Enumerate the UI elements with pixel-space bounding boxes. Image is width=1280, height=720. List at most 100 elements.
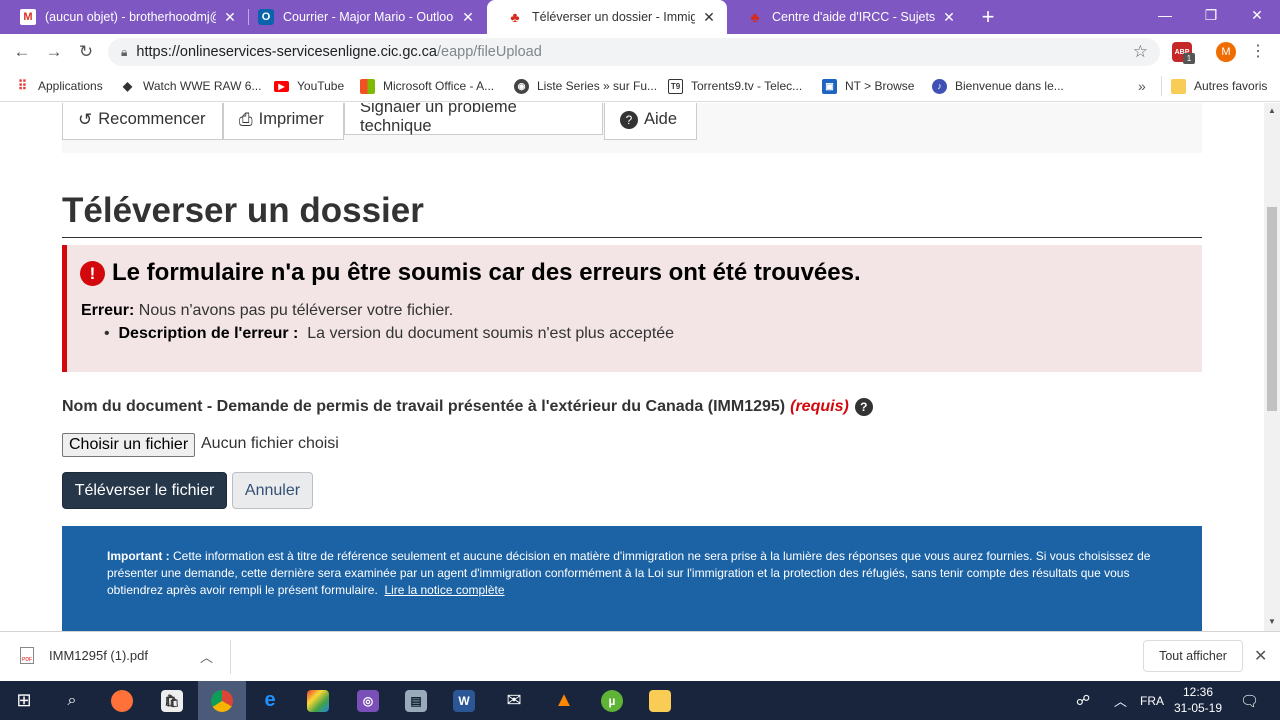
maximize-button[interactable]: ❐: [1188, 0, 1234, 30]
bookmarks-divider: [1161, 76, 1162, 96]
globe-icon: ◉: [514, 78, 529, 94]
reload-icon[interactable]: ↻: [72, 38, 100, 66]
computer-icon[interactable]: ▤: [392, 681, 440, 720]
bookmark-torrents9[interactable]: T9 Torrents9.tv - Telec...: [668, 77, 802, 95]
bookmark-liste-series[interactable]: ◉ Liste Series » sur Fu...: [514, 77, 657, 95]
firefox-icon[interactable]: [98, 681, 146, 720]
bookmark-star-icon[interactable]: ☆: [1133, 42, 1148, 62]
chrome-icon[interactable]: [198, 681, 246, 720]
upload-file-button[interactable]: Téléverser le fichier: [62, 472, 227, 509]
apps-grid-icon: ⠿: [17, 78, 28, 93]
store-icon[interactable]: 🛍︎: [148, 681, 196, 720]
scrollbar-thumb[interactable]: [1267, 207, 1277, 411]
clock-date: 31-05-19: [1173, 701, 1223, 715]
bookmarks-bar: ⠿ Applications ◆ Watch WWE RAW 6... ▶ Yo…: [0, 70, 1280, 102]
file-explorer-icon[interactable]: [636, 681, 684, 720]
document-field-label: Nom du document - Demande de permis de t…: [62, 398, 873, 416]
download-item[interactable]: PDF IMM1295f (1).pdf: [20, 647, 148, 664]
bookmark-nt-browse[interactable]: ▣ NT > Browse: [822, 77, 914, 95]
minimize-button[interactable]: ―: [1142, 0, 1188, 30]
tab-strip: M (aucun objet) - brotherhoodmj@ ✕ O Cou…: [0, 0, 1280, 34]
vlc-icon[interactable]: ▲: [540, 681, 588, 720]
back-icon[interactable]: ←: [8, 38, 36, 66]
tab-upload-active[interactable]: ♣ Téléverser un dossier - Immigratio ✕: [487, 0, 727, 34]
error-alert: ! Le formulaire n'a pu être soumis car d…: [62, 245, 1202, 372]
report-label: Signaler un problème technique: [360, 103, 517, 135]
edge-icon[interactable]: e: [246, 681, 294, 720]
close-window-button[interactable]: ✕: [1234, 0, 1280, 30]
report-problem-button[interactable]: Signaler un problème technique: [344, 103, 603, 135]
file-status-text: Aucun fichier choisi: [201, 435, 339, 452]
color-app-icon[interactable]: [294, 681, 342, 720]
search-icon[interactable]: ⌕: [48, 681, 96, 720]
url-host: https://onlineservices-servicesenligne.c…: [136, 44, 437, 60]
close-tab-icon[interactable]: ✕: [941, 9, 957, 26]
wwe-icon: ◆: [122, 79, 133, 93]
tab-outlook[interactable]: O Courrier - Major Mario - Outlook ✕: [238, 0, 486, 34]
scroll-down-icon[interactable]: ▼: [1267, 617, 1277, 626]
system-clock[interactable]: 12:36 31-05-19: [1170, 684, 1226, 716]
notice-text: Cette information est à titre de référen…: [107, 549, 1151, 597]
profile-avatar[interactable]: M: [1216, 42, 1236, 62]
help-circle-icon[interactable]: ?: [854, 398, 873, 416]
word-icon[interactable]: W: [440, 681, 488, 720]
close-tab-icon[interactable]: ✕: [460, 9, 476, 26]
bookmarks-overflow-icon[interactable]: »: [1138, 77, 1146, 95]
tab-help-center[interactable]: ♣ Centre d'aide d'IRCC - Sujets en ✕: [727, 0, 967, 34]
close-shelf-icon[interactable]: ✕: [1254, 646, 1267, 666]
choose-file-button[interactable]: Choisir un fichier: [62, 433, 196, 457]
close-tab-icon[interactable]: ✕: [701, 9, 717, 26]
music-note-icon: ♪: [932, 78, 947, 94]
notice-label: Important :: [107, 549, 170, 563]
windows-start-icon[interactable]: ⊞: [0, 681, 48, 720]
page-title: Téléverser un dossier: [62, 191, 424, 230]
chevron-up-icon[interactable]: ︿: [200, 647, 213, 666]
bookmark-label: Liste Series » sur Fu...: [537, 79, 658, 93]
tab-gmail[interactable]: M (aucun objet) - brotherhoodmj@ ✕: [0, 0, 248, 34]
tray-chevron-icon[interactable]: ︿: [1114, 681, 1127, 720]
tab-title: Centre d'aide d'IRCC - Sujets en: [772, 10, 935, 24]
printer-icon: ⎙: [239, 109, 253, 129]
folder-icon: [1171, 78, 1186, 94]
print-button[interactable]: ⎙ Imprimer: [223, 103, 344, 140]
bookmark-label: NT > Browse: [845, 79, 915, 93]
bookmark-microsoft-office[interactable]: Microsoft Office - A...: [360, 77, 494, 95]
help-button[interactable]: ? Aide: [604, 103, 697, 140]
error-message: Erreur: Nous n'avons pas pu téléverser v…: [81, 302, 453, 320]
restart-button[interactable]: ↺ Recommencer: [62, 103, 223, 140]
error-description-text: La version du document soumis n'est plus…: [307, 325, 675, 342]
error-heading: Le formulaire n'a pu être soumis car des…: [112, 259, 861, 286]
utorrent-icon[interactable]: µ: [588, 681, 636, 720]
bookmark-bienvenue[interactable]: ♪ Bienvenue dans le...: [932, 77, 1064, 95]
bookmark-label: Applications: [38, 79, 103, 93]
address-bar[interactable]: 🔒︎ https://onlineservices-servicesenlign…: [108, 38, 1160, 66]
show-all-downloads-button[interactable]: Tout afficher: [1143, 640, 1243, 672]
menu-dots-icon[interactable]: ⋮: [1250, 41, 1266, 63]
notification-icon[interactable]: 🗨︎: [1240, 681, 1259, 720]
language-indicator[interactable]: FRA: [1140, 681, 1164, 720]
microsoft-logo-icon: [360, 78, 375, 94]
cancel-button[interactable]: Annuler: [232, 472, 313, 509]
bookmark-other-favorites[interactable]: Autres favoris: [1171, 77, 1267, 95]
read-full-notice-link[interactable]: Lire la notice complète: [384, 583, 504, 597]
bullet: •: [104, 325, 110, 342]
bookmark-youtube[interactable]: ▶ YouTube: [274, 77, 344, 95]
pdf-file-icon: PDF: [20, 647, 34, 664]
bookmark-label: Autres favoris: [1194, 79, 1268, 93]
bookmark-apps[interactable]: ⠿ Applications: [15, 77, 103, 95]
bookmark-wwe[interactable]: ◆ Watch WWE RAW 6...: [120, 77, 262, 95]
close-tab-icon[interactable]: ✕: [222, 9, 238, 26]
error-description-label: Description de l'erreur :: [118, 325, 299, 342]
nt-icon: ▣: [822, 78, 837, 94]
extension-badge: 1: [1183, 53, 1195, 64]
scroll-up-icon[interactable]: ▲: [1267, 106, 1277, 115]
instagram-icon[interactable]: ◎: [344, 681, 392, 720]
page-scrollbar[interactable]: ▲ ▼: [1264, 103, 1280, 631]
new-tab-button[interactable]: +: [976, 4, 1000, 30]
forward-icon[interactable]: →: [40, 38, 68, 66]
people-icon[interactable]: ☍: [1076, 681, 1090, 720]
lock-icon: 🔒︎: [121, 44, 128, 59]
download-filename: IMM1295f (1).pdf: [49, 648, 148, 663]
mail-icon[interactable]: ✉: [490, 681, 538, 720]
bookmark-label: Microsoft Office - A...: [383, 79, 495, 93]
